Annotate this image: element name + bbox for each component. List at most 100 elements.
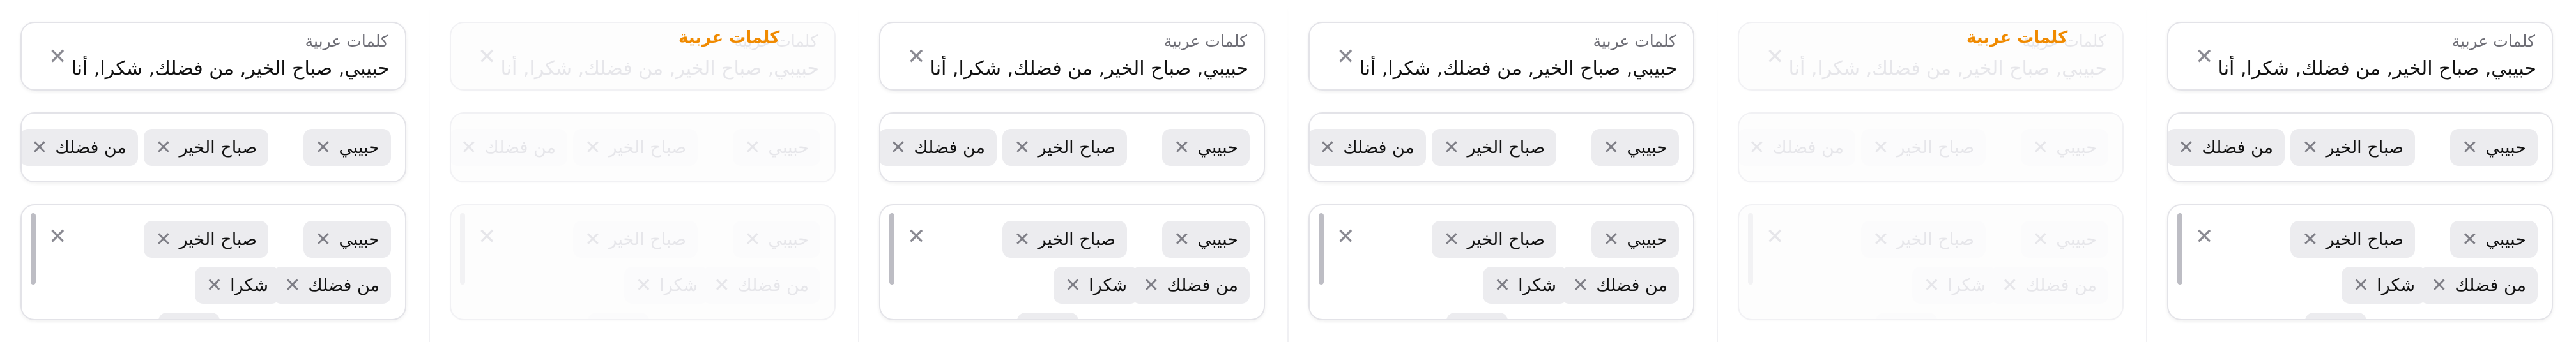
chip-field-multi-row[interactable]: ✕حبيبي✕صباح الخير✕من فضلك✕شكرا✕أنا✕ [2167, 204, 2553, 320]
chip-remove-icon[interactable]: ✕ [2353, 274, 2369, 297]
chip[interactable]: من فضلك ✕ [2168, 129, 2285, 166]
chip[interactable]: من فضلك ✕ [880, 129, 997, 166]
chip-field-single-row[interactable]: ✕حبيبي✕صباح الخير✕من فضلك✕ [2167, 112, 2553, 182]
chip-remove-icon[interactable]: ✕ [1143, 274, 1159, 297]
chip-remove-icon[interactable]: ✕ [2302, 228, 2318, 251]
chip-remove-icon[interactable]: ✕ [2032, 137, 2048, 159]
chip[interactable]: صباح الخير ✕ [1002, 221, 1127, 258]
chip[interactable]: أنا✕ [158, 313, 220, 321]
chip-remove-icon[interactable]: ✕ [2032, 228, 2048, 251]
chip[interactable]: صباح الخير ✕ [1861, 221, 1986, 258]
chip-remove-icon[interactable]: ✕ [284, 274, 300, 297]
chip-remove-icon[interactable]: ✕ [2002, 274, 2018, 297]
tag-text-field[interactable]: كلمات عربية حبيبي, صباح الخير, من فضلك, ش… [20, 22, 406, 91]
chip[interactable]: أنا✕ [1875, 313, 1937, 319]
chip-field-single-row[interactable]: ✕حبيبي✕صباح الخير✕من فضلك✕ [450, 112, 836, 182]
chip[interactable]: شكرا ✕ [624, 267, 709, 304]
chip-remove-icon[interactable]: ✕ [155, 228, 171, 251]
chip-remove-icon[interactable]: ✕ [1174, 228, 1190, 251]
chip-remove-icon[interactable]: ✕ [2317, 320, 2333, 321]
clear-icon[interactable]: ✕ [907, 226, 926, 248]
chip-remove-icon[interactable]: ✕ [2462, 137, 2478, 159]
chip[interactable]: أنا✕ [2304, 313, 2366, 321]
clear-icon[interactable]: ✕ [2195, 46, 2214, 68]
chip[interactable]: صباح الخير ✕ [2290, 129, 2415, 166]
chip-remove-icon[interactable]: ✕ [1603, 137, 1619, 159]
chip[interactable]: صباح الخير ✕ [1432, 221, 1556, 258]
clear-icon[interactable]: ✕ [2195, 226, 2214, 248]
chip[interactable]: حبيبي ✕ [733, 221, 820, 258]
chip[interactable]: أنا✕ [587, 313, 649, 321]
chip[interactable]: حبيبي ✕ [1162, 129, 1250, 166]
chip-remove-icon[interactable]: ✕ [890, 137, 906, 159]
chip-remove-icon[interactable]: ✕ [1014, 137, 1030, 159]
chip[interactable]: صباح الخير ✕ [1002, 129, 1127, 166]
chip[interactable]: صباح الخير ✕ [1432, 129, 1556, 166]
chip-field-single-row[interactable]: ✕حبيبي✕صباح الخير✕من فضلك✕ [879, 112, 1265, 182]
chip-remove-icon[interactable]: ✕ [1029, 320, 1045, 321]
clear-icon[interactable]: ✕ [1766, 226, 1784, 248]
chip-remove-icon[interactable]: ✕ [1572, 274, 1588, 297]
chip[interactable]: أنا✕ [1446, 313, 1508, 321]
clear-icon[interactable]: ✕ [907, 46, 926, 68]
chip-field-multi-row[interactable]: ✕حبيبي✕صباح الخير✕من فضلك✕شكرا✕أنا✕ [1308, 204, 1694, 320]
chip[interactable]: من فضلك ✕ [702, 267, 820, 304]
chip[interactable]: حبيبي ✕ [1591, 221, 1679, 258]
chip-remove-icon[interactable]: ✕ [714, 274, 730, 297]
chip-remove-icon[interactable]: ✕ [1174, 137, 1190, 159]
chip[interactable]: شكرا ✕ [194, 267, 280, 304]
chip-remove-icon[interactable]: ✕ [599, 320, 615, 321]
chip-remove-icon[interactable]: ✕ [1603, 228, 1619, 251]
chip-field-multi-row[interactable]: ✕حبيبي✕صباح الخير✕من فضلك✕شكرا✕أنا✕ [879, 204, 1265, 320]
chip-remove-icon[interactable]: ✕ [585, 228, 601, 251]
chip[interactable]: من فضلك ✕ [1310, 129, 1426, 166]
clear-icon[interactable]: ✕ [49, 226, 67, 248]
chip-remove-icon[interactable]: ✕ [1494, 274, 1510, 297]
chip[interactable]: من فضلك ✕ [273, 267, 391, 304]
clear-icon[interactable]: ✕ [1766, 46, 1784, 68]
chip[interactable]: حبيبي ✕ [733, 129, 820, 166]
chip[interactable]: من فضلك ✕ [1131, 267, 1250, 304]
chip-remove-icon[interactable]: ✕ [206, 274, 222, 297]
chip-remove-icon[interactable]: ✕ [31, 137, 47, 159]
chip-remove-icon[interactable]: ✕ [170, 320, 186, 321]
chip[interactable]: من فضلك ✕ [22, 129, 138, 166]
chip-remove-icon[interactable]: ✕ [155, 137, 171, 159]
chip-field-multi-row[interactable]: ✕حبيبي✕صباح الخير✕من فضلك✕شكرا✕أنا✕ [450, 204, 836, 320]
chip[interactable]: حبيبي ✕ [1162, 221, 1250, 258]
chip[interactable]: صباح الخير ✕ [573, 221, 698, 258]
chip[interactable]: من فضلك ✕ [1739, 129, 1855, 166]
chip-remove-icon[interactable]: ✕ [2462, 228, 2478, 251]
chip-remove-icon[interactable]: ✕ [1443, 228, 1459, 251]
chip[interactable]: شكرا ✕ [1053, 267, 1138, 304]
chip[interactable]: حبيبي ✕ [303, 221, 391, 258]
chip-remove-icon[interactable]: ✕ [744, 137, 760, 159]
chip[interactable]: حبيبي ✕ [2450, 221, 2538, 258]
chip[interactable]: صباح الخير ✕ [2290, 221, 2415, 258]
chip[interactable]: صباح الخير ✕ [573, 129, 698, 166]
chip-remove-icon[interactable]: ✕ [2431, 274, 2447, 297]
chip-remove-icon[interactable]: ✕ [315, 137, 331, 159]
chip-field-single-row[interactable]: ✕حبيبي✕صباح الخير✕من فضلك✕ [1738, 112, 2124, 182]
chip[interactable]: شكرا ✕ [1912, 267, 1997, 304]
chip-field-multi-row[interactable]: ✕حبيبي✕صباح الخير✕من فضلك✕شكرا✕أنا✕ [20, 204, 406, 320]
tag-text-field[interactable]: كلمات عربية حبيبي, صباح الخير, من فضلك, ش… [2167, 22, 2553, 91]
chip-remove-icon[interactable]: ✕ [461, 137, 477, 159]
chip[interactable]: حبيبي ✕ [303, 129, 391, 166]
chip[interactable]: من فضلك ✕ [1561, 267, 1679, 304]
chip-remove-icon[interactable]: ✕ [585, 137, 601, 159]
chip[interactable]: حبيبي ✕ [2021, 129, 2108, 166]
chip-remove-icon[interactable]: ✕ [744, 228, 760, 251]
chip[interactable]: حبيبي ✕ [2021, 221, 2108, 258]
chip-remove-icon[interactable]: ✕ [1458, 320, 1474, 321]
chip[interactable]: من فضلك ✕ [1990, 267, 2108, 304]
chip-remove-icon[interactable]: ✕ [1443, 137, 1459, 159]
clear-icon[interactable]: ✕ [1337, 46, 1355, 68]
chip-remove-icon[interactable]: ✕ [2302, 137, 2318, 159]
chip[interactable]: صباح الخير ✕ [144, 221, 268, 258]
chip[interactable]: شكرا ✕ [1482, 267, 1568, 304]
chip-remove-icon[interactable]: ✕ [1873, 137, 1889, 159]
clear-icon[interactable]: ✕ [1337, 226, 1355, 248]
chip-remove-icon[interactable]: ✕ [1924, 274, 1940, 297]
chip[interactable]: شكرا ✕ [2341, 267, 2426, 304]
